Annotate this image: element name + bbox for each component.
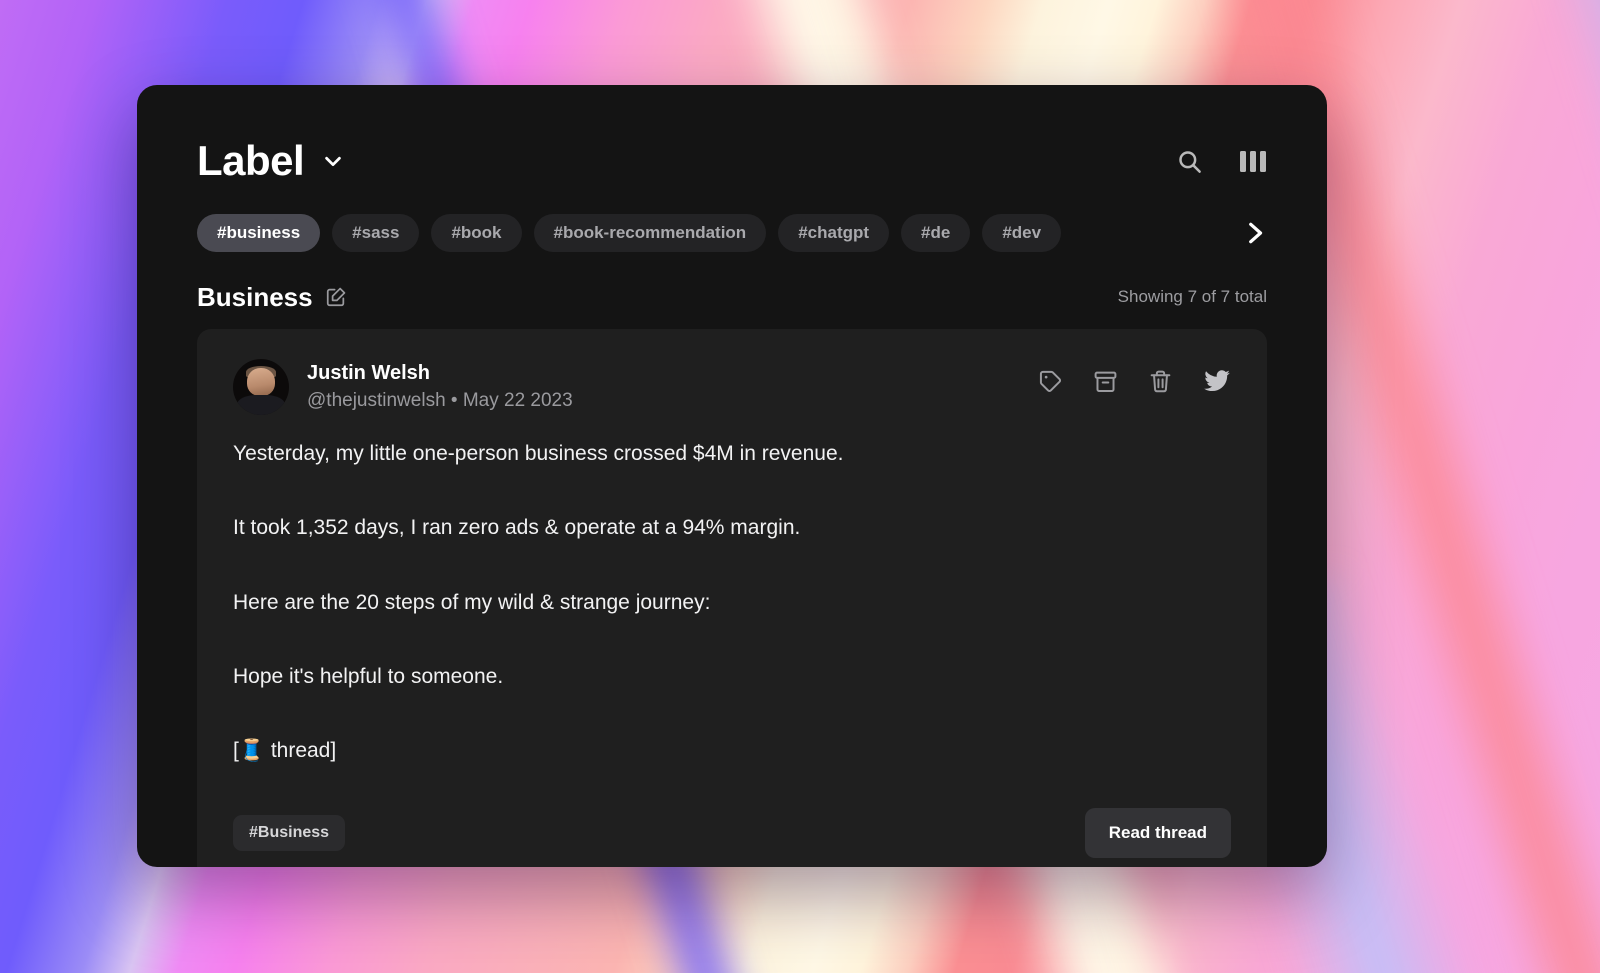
result-count-label: Showing 7 of 7 total <box>1117 287 1267 306</box>
author-name: Justin Welsh <box>307 362 430 384</box>
avatar <box>233 359 289 415</box>
search-icon[interactable] <box>1176 148 1203 175</box>
tweet-action-bar <box>1038 359 1231 395</box>
chevron-right-icon[interactable] <box>1223 213 1267 253</box>
tag-chip-sass[interactable]: #sass <box>332 214 420 252</box>
read-thread-button[interactable]: Read thread <box>1084 808 1231 859</box>
avatar-face <box>247 368 275 396</box>
columns-icon[interactable] <box>1239 149 1267 174</box>
tag-chip-chatgpt[interactable]: #chatgpt <box>778 214 890 252</box>
tag-chip-book-recommendation[interactable]: #book-recommendation <box>533 214 767 252</box>
tweet-card[interactable]: Justin Welsh @thejustinwelsh • May 22 20… <box>197 329 1267 867</box>
edit-square-icon[interactable] <box>325 286 347 308</box>
header-actions <box>1176 148 1267 175</box>
tweet-line-4: Hope it's helpful to someone. <box>233 664 504 688</box>
window-content: Label #business #sass #book #book-recomm… <box>137 85 1327 867</box>
tweet-line-2: It took 1,352 days, I ran zero ads & ope… <box>233 516 801 540</box>
app-window: Label #business #sass #book #book-recomm… <box>137 85 1327 867</box>
tweet-line-5: [🧵 thread] <box>233 739 337 762</box>
chevron-down-icon[interactable] <box>322 150 344 172</box>
tag-chip-list[interactable]: #business #sass #book #book-recommendati… <box>197 213 1131 253</box>
archive-icon[interactable] <box>1093 369 1118 394</box>
tweet-tag-business[interactable]: #Business <box>233 815 346 852</box>
tweet-header: Justin Welsh @thejustinwelsh • May 22 20… <box>233 359 1231 415</box>
section-title: Business <box>197 282 313 312</box>
tweet-author-block: Justin Welsh @thejustinwelsh • May 22 20… <box>307 359 573 414</box>
tag-chip-business[interactable]: #business <box>197 214 321 252</box>
twitter-icon[interactable] <box>1203 367 1231 395</box>
app-header: Label <box>197 85 1267 197</box>
tweet-line-3: Here are the 20 steps of my wild & stran… <box>233 590 711 614</box>
tweet-line-1: Yesterday, my little one-person business… <box>233 442 844 465</box>
tag-icon[interactable] <box>1038 369 1063 394</box>
tag-chip-book[interactable]: #book <box>431 214 522 252</box>
author-handle-and-date: @thejustinwelsh • May 22 2023 <box>307 390 573 411</box>
label-selector[interactable]: Label <box>197 140 344 182</box>
tag-chip-de[interactable]: #de <box>901 214 971 252</box>
tweet-body: Yesterday, my little one-person business… <box>233 441 1231 764</box>
tag-filter-bar: #business #sass #book #book-recommendati… <box>197 213 1267 253</box>
trash-icon[interactable] <box>1148 369 1173 394</box>
page-title: Label <box>197 137 305 184</box>
avatar-body <box>237 395 285 415</box>
section-header: Business Showing 7 of 7 total <box>197 281 1267 313</box>
tweet-footer: #Business Read thread <box>233 808 1231 859</box>
tag-chip-dev[interactable]: #dev <box>982 214 1062 252</box>
